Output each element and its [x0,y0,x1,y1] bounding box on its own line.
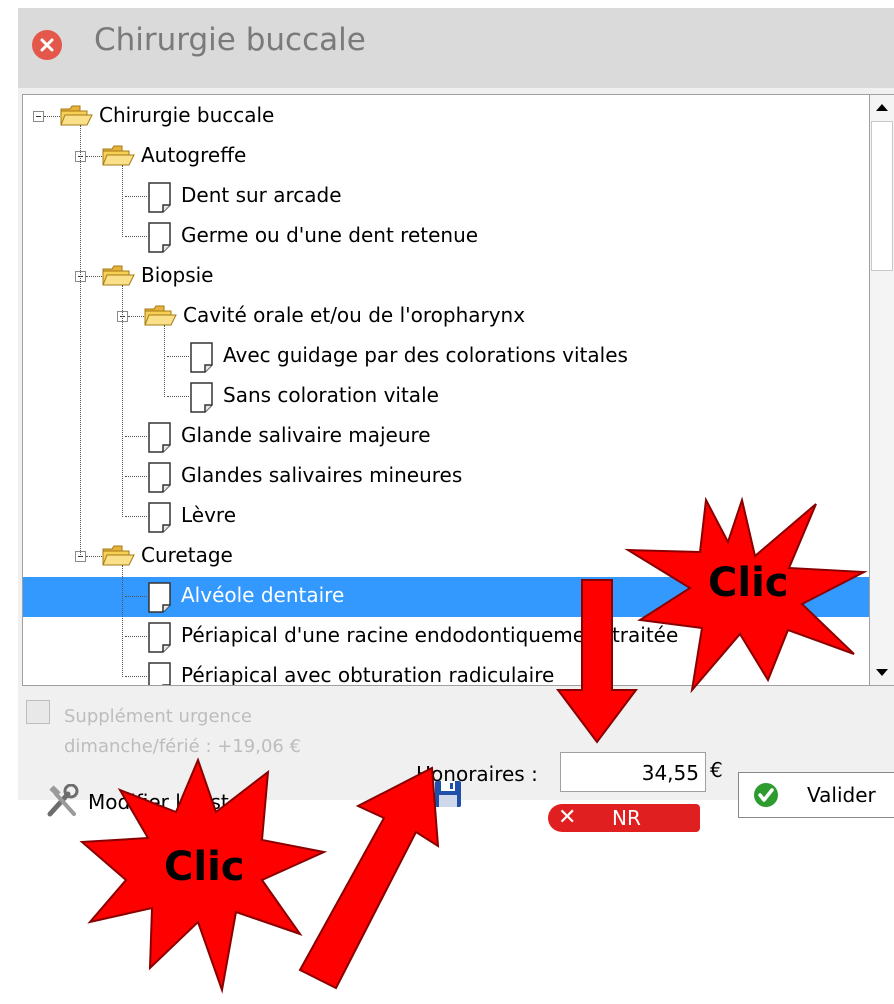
collapse-toggle[interactable] [33,111,44,122]
close-icon [40,38,54,52]
nr-label: NR [612,806,641,830]
dialog-window: Chirurgie buccale Chirurgie buccale Autog… [18,8,894,832]
tree-connector [125,436,147,437]
tree-item-node[interactable]: Alvéole dentaire [23,577,869,617]
tree-item-node[interactable]: Périapical avec obturation radiculaire [23,657,869,686]
document-icon [148,422,171,453]
tree-node-label: Autogreffe [141,143,247,167]
tree-connector [125,676,147,677]
tools-icon [47,783,79,817]
supplement-label: Supplément urgence dimanche/férié : +19,… [64,706,302,757]
cross-icon: ✕ [558,805,577,830]
tree-connector [86,556,102,557]
tree-connector [125,236,147,237]
tree-connector [86,156,102,157]
folder-open-icon [102,145,135,166]
tree-connector [122,285,123,517]
tree-folder-node[interactable]: Biopsie [23,257,869,297]
window-title: Chirurgie buccale [94,22,366,58]
modifier-liste-label: Modifier la liste [88,790,242,814]
tree-node-label: Avec guidage par des colorations vitales [223,343,628,367]
arrow-diagonal-annotation [298,766,440,990]
tree-connector [122,165,123,237]
tree-node-label: Glandes salivaires mineures [181,463,463,487]
title-bar: Chirurgie buccale [18,8,894,88]
tree-connector [128,316,144,317]
document-icon [148,582,171,613]
tree-connector [125,636,147,637]
tree-connector [80,125,81,557]
tree-node-label: Biopsie [141,263,214,287]
tree-connector [125,516,147,517]
tree-node-label: Périapical avec obturation radiculaire [181,663,555,686]
folder-open-icon [60,105,93,126]
tree-node-label: Sans coloration vitale [223,383,439,407]
tree-folder-node[interactable]: Curetage [23,537,869,577]
scroll-up-button[interactable] [870,95,894,119]
tree-connector [164,325,165,397]
tree-connector [167,396,189,397]
tree-node-label: Lèvre [181,503,237,527]
tree-item-node[interactable]: Périapical d'une racine endodontiquement… [23,617,869,657]
tree-item-node[interactable]: Glande salivaire majeure [23,417,869,457]
tree-connector [122,565,123,677]
tree-item-node[interactable]: Lèvre [23,497,869,537]
tree-item-node[interactable]: Avec guidage par des colorations vitales [23,337,869,377]
tree-connector [86,276,102,277]
document-icon [148,222,171,253]
tree-node-label: Curetage [141,543,233,567]
modifier-liste-button[interactable] [44,783,84,824]
tree-folder-node[interactable]: Cavité orale et/ou de l'oropharynx [23,297,869,337]
tree-connector [125,476,147,477]
tree-folder-node[interactable]: Autogreffe [23,137,869,177]
nr-toggle[interactable]: ✕ NR [548,804,700,832]
tree-item-node[interactable]: Dent sur arcade [23,177,869,217]
tree-connector [125,596,147,597]
document-icon [148,462,171,493]
tree-connector [125,196,147,197]
check-icon [754,783,778,807]
arrow-down-icon [876,669,888,676]
close-button[interactable] [32,30,62,60]
document-icon [148,622,171,653]
floppy-disk-icon [435,781,461,807]
tree-node-label: Périapical d'une racine endodontiquement… [181,623,679,647]
tree-node-label: Alvéole dentaire [181,583,345,607]
tree-node-label: Germe ou d'une dent retenue [181,223,479,247]
scroll-down-button[interactable] [870,661,894,685]
document-icon [148,502,171,533]
supplement-checkbox[interactable] [26,700,50,724]
document-icon [190,382,213,413]
tree-item-node[interactable]: Sans coloration vitale [23,377,869,417]
valider-button[interactable]: Valider [738,772,894,818]
tree-item-node[interactable]: Germe ou d'une dent retenue [23,217,869,257]
folder-open-icon [144,305,177,326]
tree-item-node[interactable]: Glandes salivaires mineures [23,457,869,497]
tree-folder-node[interactable]: Chirurgie buccale [23,97,869,137]
tree-connector [44,116,60,117]
tree-node-label: Glande salivaire majeure [181,423,431,447]
folder-open-icon [102,265,135,286]
clic-label-bottom: Clic [164,844,245,890]
arrow-up-icon [876,104,888,111]
save-button[interactable] [434,780,462,812]
tree-scrollbar[interactable] [870,94,894,686]
document-icon [148,662,171,685]
honoraires-input[interactable]: 34,55 [560,752,706,792]
document-icon [190,342,213,373]
tree-node-label: Chirurgie buccale [99,103,275,127]
tree-node-label: Cavité orale et/ou de l'oropharynx [183,303,526,327]
tree-node-label: Dent sur arcade [181,183,342,207]
folder-open-icon [102,545,135,566]
document-icon [148,182,171,213]
acts-tree[interactable]: Chirurgie buccale Autogreffe Dent sur arca… [22,94,870,686]
valider-label: Valider [807,783,876,807]
scroll-thumb[interactable] [871,121,893,271]
currency-label: € [710,758,723,782]
tree-connector [167,356,189,357]
